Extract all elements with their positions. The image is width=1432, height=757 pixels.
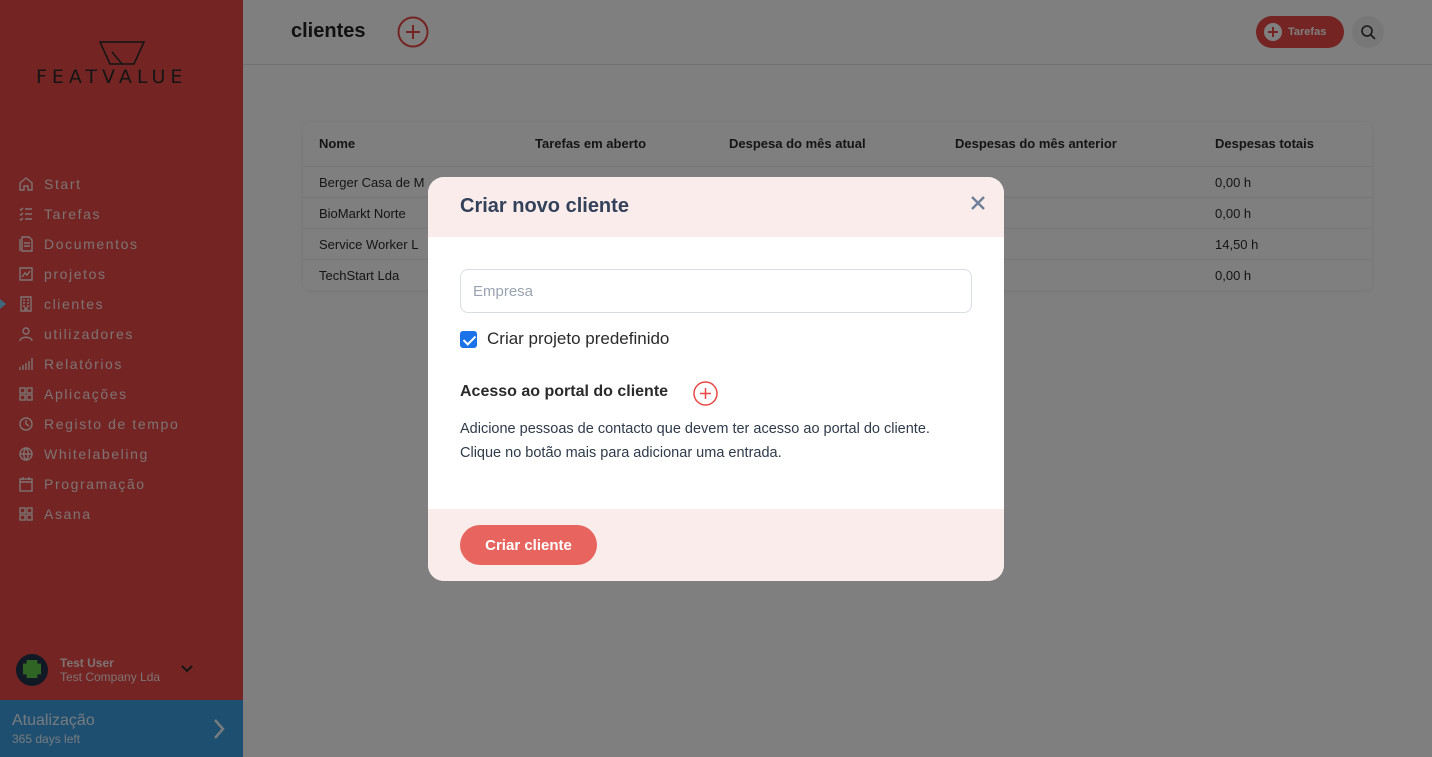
add-contact-icon[interactable] xyxy=(693,381,718,406)
modal-header: Criar novo cliente xyxy=(428,177,1004,237)
company-input[interactable] xyxy=(460,269,972,313)
close-icon[interactable] xyxy=(970,195,986,211)
modal-title: Criar novo cliente xyxy=(460,195,629,217)
default-project-checkbox-row[interactable]: Criar projeto predefinido xyxy=(460,329,669,349)
create-client-dialog: Criar novo cliente Criar projeto predefi… xyxy=(428,177,1004,581)
default-project-checkbox[interactable] xyxy=(460,330,477,348)
create-client-button[interactable]: Criar cliente xyxy=(460,525,597,565)
portal-access-description: Adicione pessoas de contacto que devem t… xyxy=(460,421,930,461)
portal-access-heading: Acesso ao portal do cliente xyxy=(460,383,669,400)
default-project-label: Criar projeto predefinido xyxy=(487,329,670,348)
modal-footer: Criar cliente xyxy=(428,509,1004,581)
